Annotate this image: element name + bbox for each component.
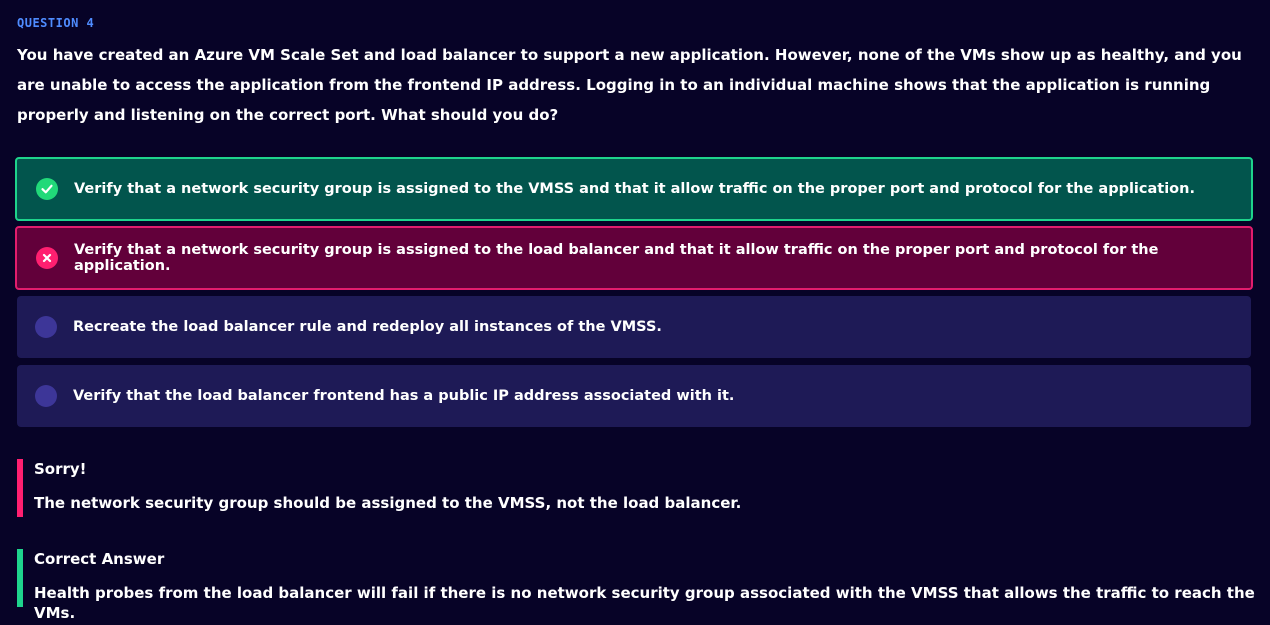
answer-option-text: Recreate the load balancer rule and rede… bbox=[73, 319, 662, 335]
incorrect-feedback-title: Sorry! bbox=[34, 460, 87, 478]
answer-option-text: Verify that the load balancer frontend h… bbox=[73, 388, 735, 404]
answer-option-2[interactable]: Verify that a network security group is … bbox=[15, 226, 1253, 290]
question-number-label: QUESTION 4 bbox=[17, 16, 95, 30]
radio-icon[interactable] bbox=[35, 385, 57, 407]
answer-option-1[interactable]: Verify that a network security group is … bbox=[15, 157, 1253, 221]
correct-answer-title: Correct Answer bbox=[34, 550, 165, 568]
correct-answer-feedback: Correct Answer Health probes from the lo… bbox=[17, 549, 1264, 622]
incorrect-accent-bar bbox=[17, 459, 23, 517]
incorrect-feedback: Sorry! The network security group should… bbox=[17, 459, 1264, 517]
correct-accent-bar bbox=[17, 549, 23, 607]
answer-option-text: Verify that a network security group is … bbox=[74, 181, 1195, 197]
answer-option-text: Verify that a network security group is … bbox=[74, 242, 1159, 274]
question-text: You have created an Azure VM Scale Set a… bbox=[17, 46, 1242, 124]
check-icon bbox=[36, 178, 58, 200]
incorrect-feedback-text: The network security group should be ass… bbox=[34, 494, 742, 512]
correct-answer-text: Health probes from the load balancer wil… bbox=[34, 584, 1255, 622]
radio-icon[interactable] bbox=[35, 316, 57, 338]
answer-option-3[interactable]: Recreate the load balancer rule and rede… bbox=[17, 296, 1251, 358]
answer-option-4[interactable]: Verify that the load balancer frontend h… bbox=[17, 365, 1251, 427]
x-icon bbox=[36, 247, 58, 269]
